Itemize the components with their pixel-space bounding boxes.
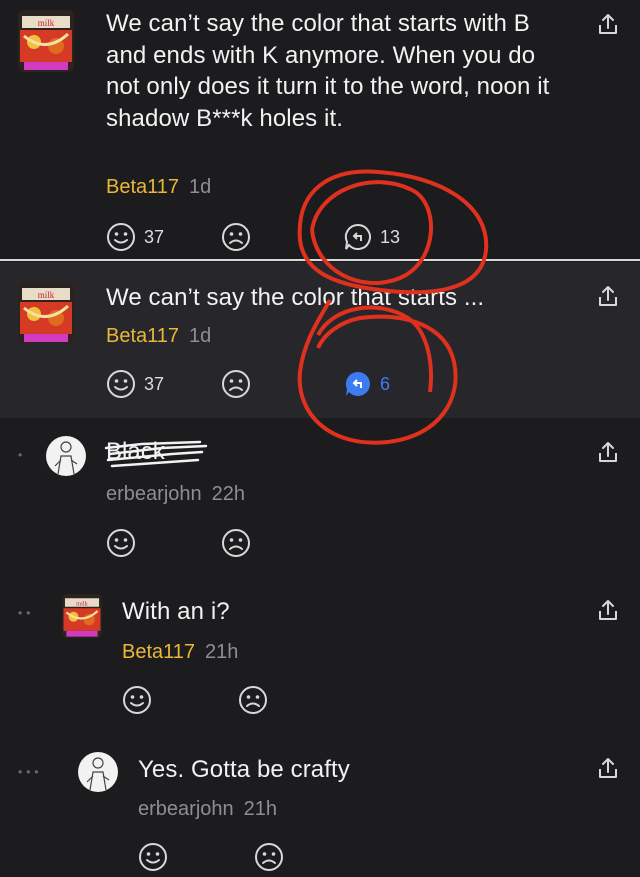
milk-label: milk <box>38 18 55 28</box>
timestamp: 22h <box>211 483 245 505</box>
like-button[interactable]: 37 <box>106 369 164 399</box>
reply-bubble-icon <box>345 371 370 396</box>
dislike-button[interactable] <box>221 369 251 399</box>
share-icon <box>599 14 617 34</box>
frown-icon <box>222 370 250 398</box>
like-button[interactable]: 37 <box>106 222 164 252</box>
comment-text: We can’t say the color that starts with … <box>106 10 550 132</box>
avatar-milk[interactable]: milk <box>18 10 74 72</box>
comment-meta: erbearjohn 22h <box>106 483 245 506</box>
thread-depth-dots: ••• <box>18 765 43 779</box>
like-button[interactable] <box>138 842 168 872</box>
avatar-milk[interactable]: milk <box>18 282 74 344</box>
like-button[interactable] <box>122 685 152 715</box>
frown-icon <box>222 529 250 557</box>
reply-count: 6 <box>380 373 391 394</box>
like-count: 37 <box>144 373 165 394</box>
author-name[interactable]: Beta117 <box>122 641 195 663</box>
timestamp: 1d <box>189 176 212 198</box>
reply-count: 13 <box>380 226 401 247</box>
avatar-milk[interactable]: milk <box>62 594 102 638</box>
dislike-button[interactable] <box>221 528 251 558</box>
share-button[interactable] <box>596 756 620 785</box>
author-name[interactable]: Beta117 <box>106 325 179 347</box>
comment-meta: Beta117 21h <box>122 641 238 664</box>
comment-text: Black <box>104 438 208 468</box>
milk-label: milk <box>76 600 89 607</box>
dislike-button[interactable] <box>254 842 284 872</box>
comment-meta: Beta117 1d <box>106 325 211 348</box>
frown-icon <box>222 223 250 251</box>
timestamp: 1d <box>189 325 212 347</box>
smile-icon <box>123 686 151 714</box>
share-icon <box>599 600 617 620</box>
like-button[interactable] <box>106 528 136 558</box>
smile-icon <box>107 529 135 557</box>
smile-icon <box>107 223 135 251</box>
smile-icon <box>139 843 167 871</box>
thread-depth-dots: • <box>18 448 27 462</box>
share-icon <box>599 286 617 306</box>
smile-icon <box>107 370 135 398</box>
dislike-button[interactable] <box>238 685 268 715</box>
share-icon <box>599 758 617 778</box>
divider <box>0 259 640 261</box>
timestamp: 21h <box>205 641 239 663</box>
comment-meta: Beta117 1d <box>106 176 211 199</box>
author-name[interactable]: Beta117 <box>106 176 179 198</box>
reply-bubble-icon <box>344 223 371 250</box>
author-name[interactable]: erbearjohn <box>106 483 202 505</box>
frown-icon <box>239 686 267 714</box>
reply-button[interactable]: 13 <box>344 223 400 251</box>
scribble-mark <box>104 440 208 468</box>
milk-label: milk <box>38 290 55 300</box>
comment-text: With an i? <box>122 598 230 625</box>
like-count: 37 <box>144 226 165 247</box>
share-icon <box>599 442 617 462</box>
avatar-sketch[interactable] <box>78 752 118 792</box>
author-name[interactable]: erbearjohn <box>138 798 234 820</box>
thread-depth-dots: •• <box>18 606 35 620</box>
share-button[interactable] <box>596 598 620 627</box>
share-button[interactable] <box>596 12 620 41</box>
dislike-button[interactable] <box>221 222 251 252</box>
comment-meta: erbearjohn 21h <box>138 798 277 821</box>
share-button[interactable] <box>596 284 620 313</box>
avatar-sketch[interactable] <box>46 436 86 476</box>
share-button[interactable] <box>596 440 620 469</box>
comment-text: Yes. Gotta be crafty <box>138 756 350 783</box>
comment-text: We can’t say the color that starts ... <box>106 284 485 311</box>
reply-button[interactable]: 6 <box>344 370 390 398</box>
frown-icon <box>255 843 283 871</box>
timestamp: 21h <box>243 798 277 820</box>
